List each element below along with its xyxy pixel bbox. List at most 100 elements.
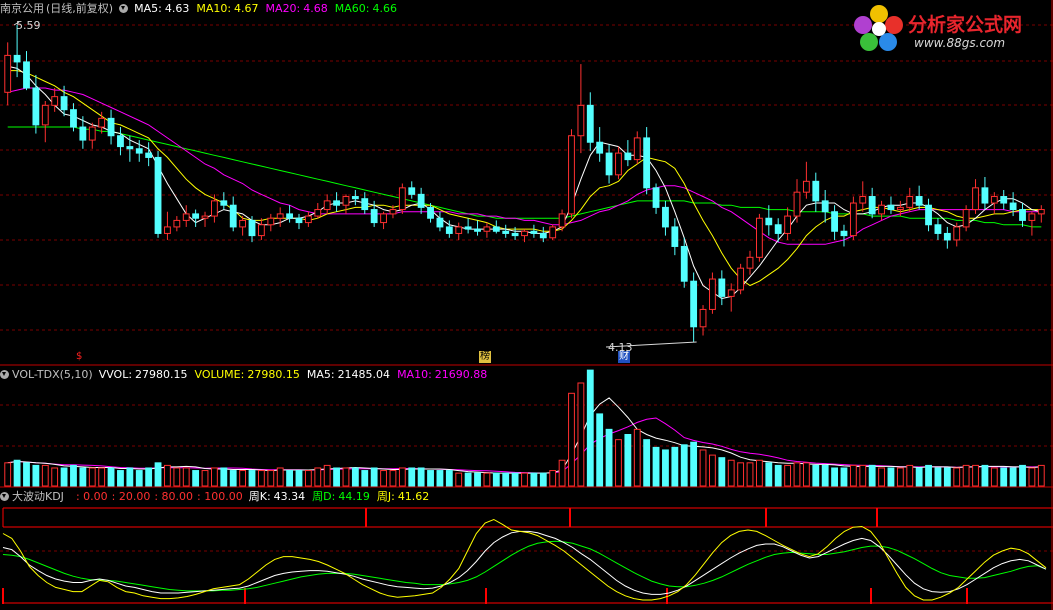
volume-bar: [878, 467, 885, 487]
candle: [887, 196, 895, 214]
candle: [220, 192, 228, 210]
candle-body: [605, 152, 613, 176]
candle: [962, 205, 970, 232]
candle-body: [229, 204, 237, 228]
volume-bar: [915, 467, 923, 487]
ma-legend: MA5: 4.63 MA10: 4.67 MA20: 4.68 MA60: 4.66: [134, 2, 397, 15]
candle-body: [483, 226, 491, 232]
kdj-levels: : 0.00 : 20.00 : 80.00 : 100.00: [76, 490, 243, 503]
ma5-line: [7, 65, 1042, 300]
volume-bar: [248, 470, 256, 487]
candle-body: [812, 180, 820, 202]
moving-average-lines: [7, 65, 1042, 300]
volume-indicator-menu-icon[interactable]: [0, 369, 9, 379]
volume-bar: [41, 464, 49, 487]
volume-bar: [812, 464, 820, 487]
candle-body: [915, 196, 923, 206]
volume-bar: [117, 470, 124, 487]
kdj-level-20: : 20.00: [111, 489, 151, 503]
volume-bar: [398, 467, 406, 487]
candle-body: [990, 196, 998, 204]
candle-body: [60, 96, 68, 111]
volume-bar: [380, 470, 387, 487]
candle-body: [1028, 213, 1036, 221]
volume-legend-item: VOLUME: 27980.15: [195, 368, 300, 381]
candle-body: [652, 187, 660, 208]
ma60-line: [7, 126, 1042, 228]
volume-bar: [690, 441, 698, 487]
candle-body: [4, 54, 12, 93]
candle-body: [464, 226, 472, 230]
candle-body: [586, 104, 594, 143]
candle: [709, 272, 716, 314]
candle-body: [342, 196, 350, 206]
volume-bar: [511, 472, 519, 487]
candle: [802, 161, 810, 199]
candle: [211, 194, 218, 223]
candle-body: [699, 308, 707, 328]
candle-body: [596, 141, 604, 154]
volume-bar: [79, 467, 87, 487]
indicator-menu-icon[interactable]: [119, 3, 129, 13]
candle-body: [868, 196, 876, 215]
candle: [934, 218, 942, 240]
candle: [351, 190, 359, 206]
candle-body: [361, 198, 369, 211]
volume-legend-value: 21690.88: [434, 367, 488, 381]
volume-bar: [558, 459, 566, 487]
volume-bar: [793, 462, 801, 487]
marker-finance[interactable]: 财: [618, 351, 630, 363]
marker-dollar[interactable]: $: [75, 351, 83, 363]
candle-body: [417, 193, 425, 208]
candle-body: [135, 148, 143, 154]
volume-bar: [51, 467, 59, 487]
volume-bar: [257, 470, 265, 487]
candle: [257, 218, 265, 240]
candle: [943, 226, 951, 249]
candle-body: [934, 224, 942, 234]
marker-bang[interactable]: 榜: [479, 351, 491, 363]
volume-bar: [755, 459, 763, 487]
volume-bar: [831, 467, 838, 487]
candle: [530, 224, 538, 238]
kdj-indicator-menu-icon[interactable]: [0, 491, 9, 501]
candle-body: [755, 217, 763, 258]
volume-legend-label: MA10:: [397, 367, 432, 381]
price-annotations: 5.59 4.13: [13, 19, 697, 354]
volume-bar: [605, 428, 613, 487]
candle: [267, 213, 275, 232]
candle: [408, 181, 416, 199]
candle: [925, 198, 932, 232]
candle-body: [840, 230, 848, 237]
candle: [737, 263, 745, 295]
candle: [906, 187, 914, 212]
volume-legend: VVOL: 27980.15 VOLUME: 27980.15 MA5: 21485.04…: [99, 368, 488, 381]
volume-bar: [709, 454, 716, 487]
ma-legend-value: 4.66: [372, 1, 397, 15]
candle-body: [351, 196, 359, 200]
candle: [1019, 203, 1026, 227]
volume-bars: [4, 369, 1045, 487]
volume-bar: [953, 467, 961, 487]
period-label[interactable]: (日线,前复权): [46, 0, 113, 16]
volume-bar: [192, 470, 200, 487]
volume-ma5-line: [7, 397, 1042, 474]
chart-canvas: 5.59 4.13: [0, 0, 1053, 610]
kdj-legend-item: 周J: 41.62: [377, 488, 429, 504]
volume-indicator-name[interactable]: VOL-TDX(5,10): [12, 368, 93, 381]
volume-bar: [201, 470, 209, 487]
candle-body: [41, 104, 49, 126]
volume-bar: [549, 470, 557, 487]
kdj-indicator-name[interactable]: 大波动KDJ: [12, 488, 64, 504]
candle: [568, 129, 575, 219]
candle-body: [727, 289, 735, 297]
volume-bar: [699, 449, 707, 487]
candlestick-series: [4, 25, 1045, 342]
candle: [868, 187, 876, 219]
candle-body: [793, 191, 801, 217]
candle-body: [962, 209, 970, 228]
stock-name[interactable]: 南京公用: [0, 0, 44, 16]
candle: [474, 220, 481, 236]
volume-bar: [23, 462, 30, 487]
volume-bar: [173, 467, 181, 487]
